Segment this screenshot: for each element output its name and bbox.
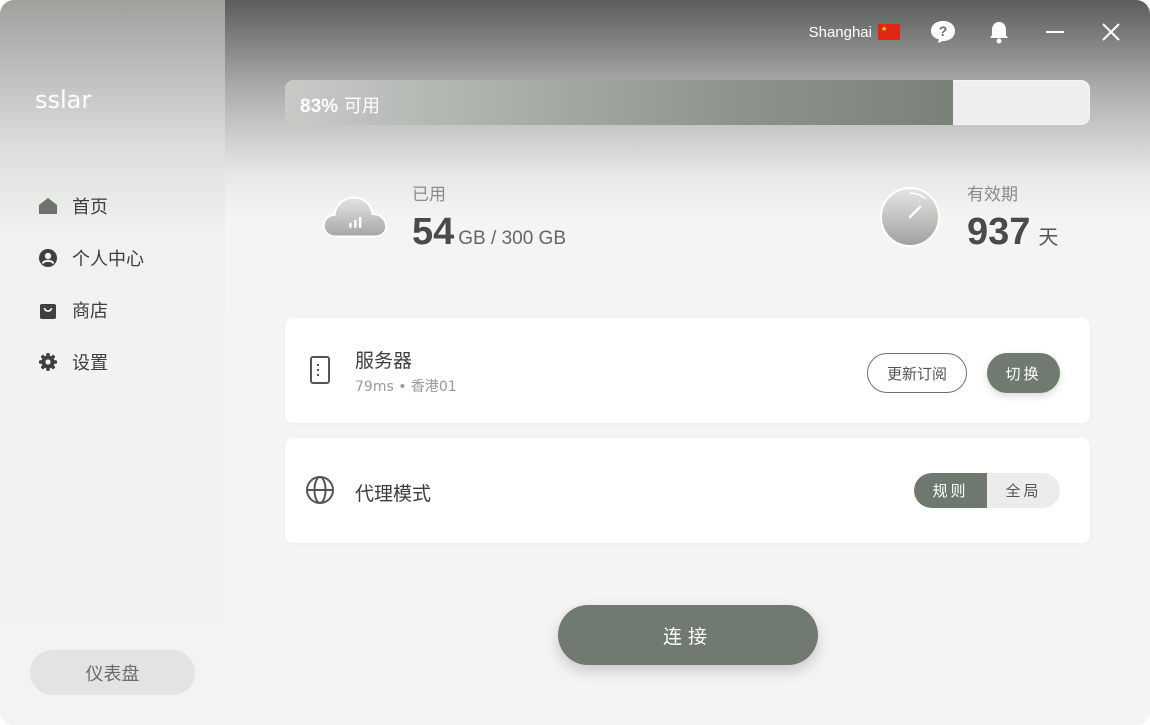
validity-unit: 天 xyxy=(1038,225,1059,249)
proxy-mode-toggle: 规则 全局 xyxy=(914,473,1060,508)
home-icon xyxy=(38,196,58,216)
dashboard-button[interactable]: 仪表盘 xyxy=(30,650,195,695)
used-value: 54 xyxy=(412,211,455,253)
globe-icon xyxy=(305,474,335,506)
timer-icon xyxy=(875,182,945,252)
usage-progress-fill xyxy=(285,80,954,125)
brand-title: sslar xyxy=(35,86,92,114)
used-value-row: 54 GB / 300 GB xyxy=(412,211,566,254)
sidebar-item-settings[interactable]: 设置 xyxy=(0,336,225,388)
usage-text: 83% 可用 xyxy=(300,92,380,118)
proxy-mode-title: 代理模式 xyxy=(355,483,432,505)
cloud-icon xyxy=(320,182,390,252)
sidebar-item-label: 商店 xyxy=(72,301,108,322)
sidebar-item-label: 设置 xyxy=(72,353,108,374)
used-detail: GB / 300 GB xyxy=(458,228,567,249)
sidebar-item-home[interactable]: 首页 xyxy=(0,180,225,232)
proxy-mode-rule[interactable]: 规则 xyxy=(914,473,987,508)
used-stat-text: 已用 54 GB / 300 GB xyxy=(412,180,566,254)
proxy-mode-global[interactable]: 全局 xyxy=(987,473,1060,508)
usage-percent: 83% xyxy=(300,96,339,117)
sidebar-item-label: 首页 xyxy=(72,197,108,218)
validity-stat: 有效期 937 天 xyxy=(875,180,1058,254)
server-icon xyxy=(305,354,335,386)
usage-label: 可用 xyxy=(344,96,381,116)
server-title: 服务器 xyxy=(355,350,413,372)
validity-value: 937 xyxy=(967,211,1031,253)
help-icon[interactable]: ? xyxy=(930,19,956,45)
sidebar: sslar 首页 个人中心 商店 设置 仪表盘 xyxy=(0,0,225,725)
validity-value-row: 937 天 xyxy=(967,211,1058,254)
minimize-icon[interactable] xyxy=(1042,19,1068,45)
connect-button[interactable]: 连接 xyxy=(558,605,818,665)
sidebar-nav: 首页 个人中心 商店 设置 xyxy=(0,180,225,388)
sidebar-item-label: 个人中心 xyxy=(72,249,144,270)
location-indicator[interactable]: Shanghai ★ xyxy=(809,24,900,41)
bell-icon[interactable] xyxy=(986,19,1012,45)
close-icon[interactable] xyxy=(1098,19,1124,45)
top-bar: Shanghai ★ ? xyxy=(809,0,1150,64)
update-subscription-button[interactable]: 更新订阅 xyxy=(867,353,967,393)
used-label: 已用 xyxy=(412,185,446,205)
gear-icon xyxy=(38,352,58,372)
app-window: sslar 首页 个人中心 商店 设置 仪表盘 Shanghai ★ ? 83%… xyxy=(0,0,1150,725)
used-traffic-stat: 已用 54 GB / 300 GB xyxy=(320,180,566,254)
location-text: Shanghai xyxy=(808,23,872,41)
user-icon xyxy=(38,248,58,268)
main-panel: Shanghai ★ ? 83% 可用 已用 54 GB / 300 GB 有效… xyxy=(225,0,1150,725)
shopping-bag-icon xyxy=(38,300,58,320)
validity-stat-text: 有效期 937 天 xyxy=(967,180,1058,254)
switch-server-button[interactable]: 切换 xyxy=(987,353,1060,393)
usage-progress-bar: 83% 可用 xyxy=(285,80,1090,125)
server-subtitle: 79ms • 香港01 xyxy=(355,379,457,395)
sidebar-item-store[interactable]: 商店 xyxy=(0,284,225,336)
proxy-mode-card: 代理模式 规则 全局 xyxy=(285,438,1090,543)
server-card: 服务器 79ms • 香港01 更新订阅 切换 xyxy=(285,318,1090,423)
svg-text:?: ? xyxy=(939,23,948,39)
cn-flag-icon: ★ xyxy=(878,24,900,40)
validity-label: 有效期 xyxy=(967,185,1018,205)
sidebar-item-profile[interactable]: 个人中心 xyxy=(0,232,225,284)
